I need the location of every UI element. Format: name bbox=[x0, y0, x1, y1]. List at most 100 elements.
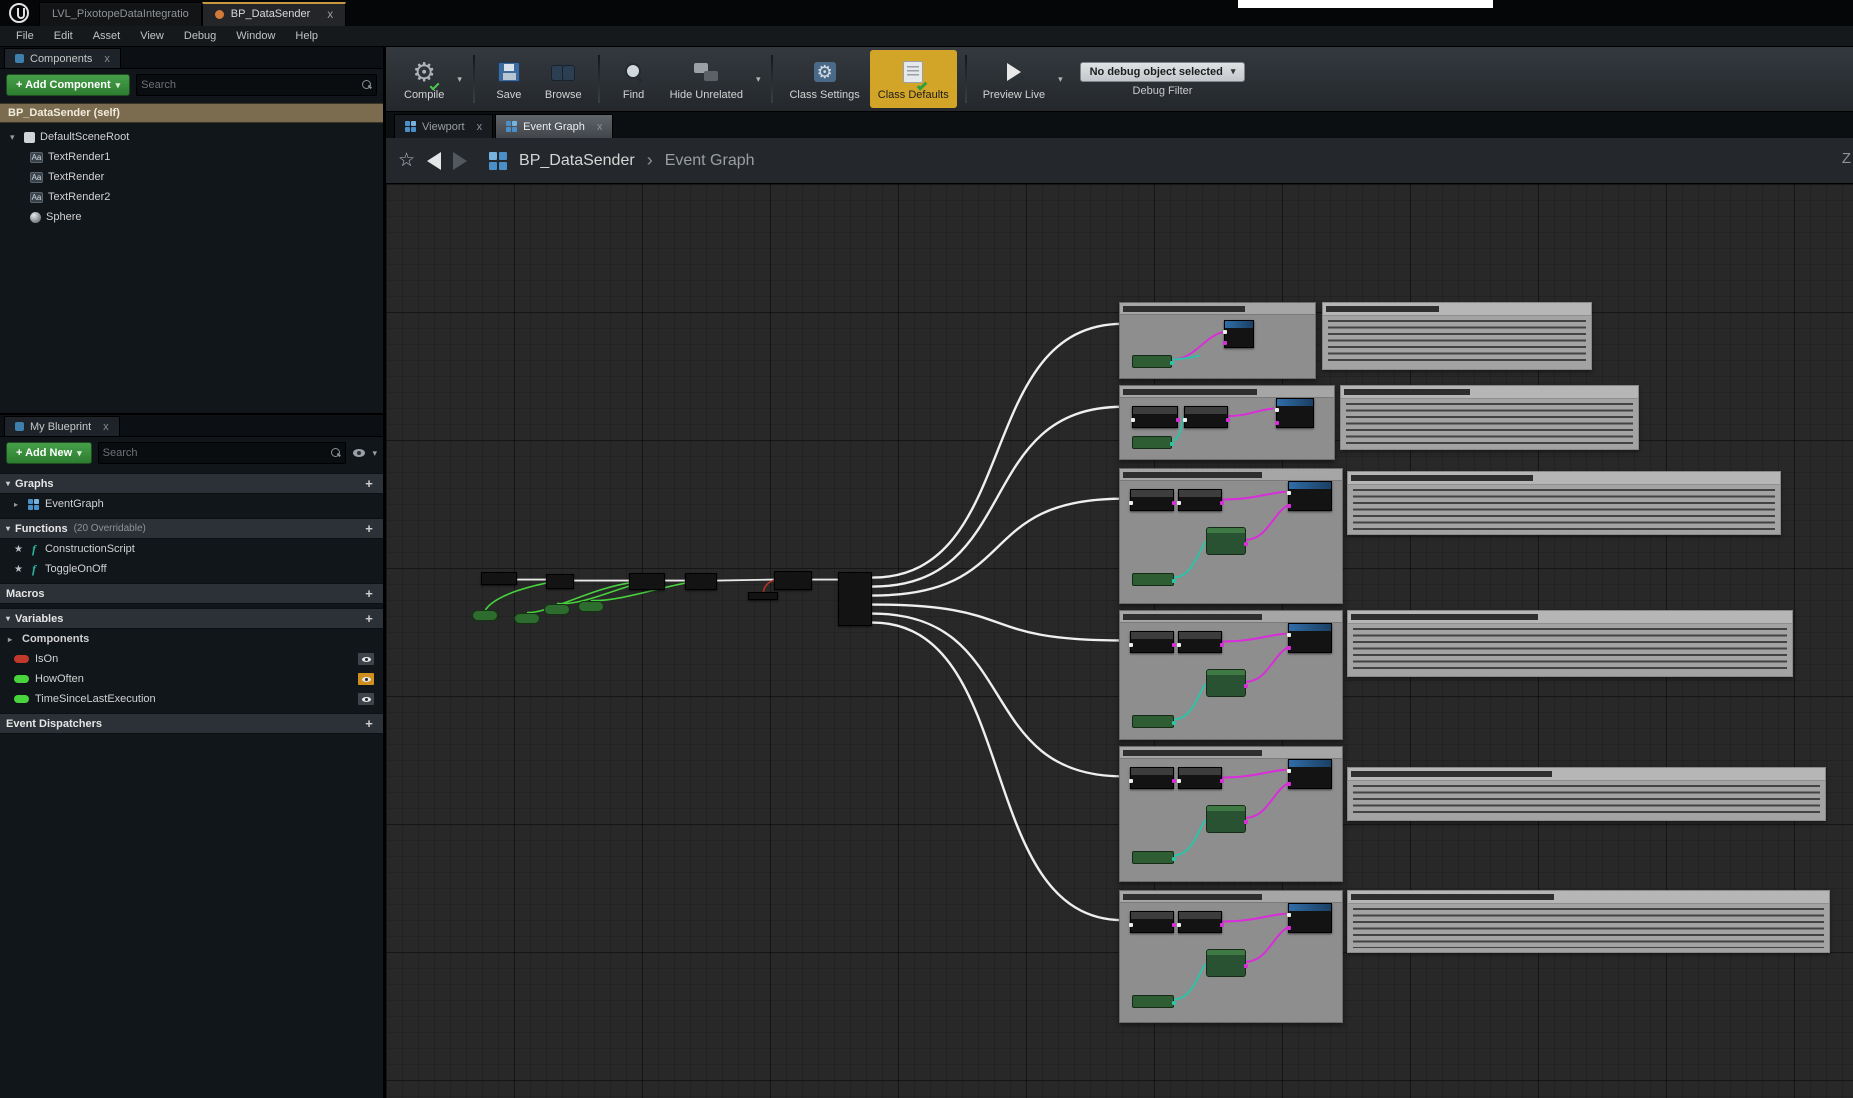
my-blueprint-search-input[interactable] bbox=[103, 447, 332, 459]
mini-node[interactable] bbox=[629, 573, 665, 590]
node-cluster[interactable] bbox=[1119, 468, 1343, 604]
mini-node[interactable] bbox=[1178, 767, 1222, 789]
browse-button[interactable]: Browse bbox=[537, 50, 590, 108]
tab-my-blueprint[interactable]: My Blueprint x bbox=[4, 416, 120, 436]
node-pin[interactable] bbox=[1172, 721, 1176, 725]
node-pin[interactable] bbox=[1129, 779, 1133, 783]
pure-function-node[interactable] bbox=[578, 601, 604, 612]
mini-node-green[interactable] bbox=[1132, 436, 1172, 449]
tree-item-textrender[interactable]: Aa TextRender bbox=[0, 167, 383, 187]
node-pin[interactable] bbox=[1287, 646, 1291, 650]
node-pin[interactable] bbox=[1275, 421, 1279, 425]
menu-edit[interactable]: Edit bbox=[44, 27, 83, 45]
node-pin[interactable] bbox=[1287, 491, 1291, 495]
tab-event-graph[interactable]: Event Graph x bbox=[495, 114, 613, 138]
filter-eye-icon[interactable] bbox=[352, 448, 366, 458]
node-pin[interactable] bbox=[1223, 341, 1227, 345]
components-self-row[interactable]: BP_DataSender (self) bbox=[0, 103, 383, 123]
asset-tab-bp-datasender[interactable]: BP_DataSender x bbox=[202, 2, 347, 26]
mini-node-green[interactable] bbox=[1206, 949, 1246, 977]
mini-node[interactable] bbox=[774, 571, 812, 590]
mini-node[interactable] bbox=[838, 572, 872, 626]
node-pin[interactable] bbox=[1287, 926, 1291, 930]
mini-node[interactable] bbox=[1130, 767, 1174, 789]
pure-function-node[interactable] bbox=[514, 613, 540, 624]
mini-node[interactable] bbox=[1288, 903, 1332, 933]
mini-node[interactable] bbox=[1130, 631, 1174, 653]
nav-forward-icon[interactable] bbox=[453, 152, 467, 170]
mini-node[interactable] bbox=[1288, 759, 1332, 789]
node-cluster[interactable] bbox=[1119, 302, 1316, 379]
node-pin[interactable] bbox=[1275, 408, 1279, 412]
mini-node-green[interactable] bbox=[1132, 995, 1174, 1008]
variable-row-timesincelastexecution[interactable]: TimeSinceLastExecution bbox=[0, 689, 383, 709]
favorite-star-icon[interactable]: ☆ bbox=[398, 149, 415, 172]
close-icon[interactable]: x bbox=[104, 53, 110, 65]
node-cluster[interactable] bbox=[1119, 746, 1343, 882]
comment-box[interactable] bbox=[1347, 610, 1793, 677]
exec-wire[interactable] bbox=[872, 605, 1123, 641]
list-item-eventgraph[interactable]: ▸ EventGraph bbox=[0, 494, 383, 514]
expander-icon[interactable]: ▾ bbox=[6, 524, 10, 533]
node-pin[interactable] bbox=[1177, 643, 1181, 647]
add-function-button[interactable]: + bbox=[361, 521, 377, 536]
comment-box[interactable] bbox=[1347, 890, 1830, 953]
exec-wire[interactable] bbox=[717, 580, 774, 581]
menu-view[interactable]: View bbox=[130, 27, 174, 45]
node-pin[interactable] bbox=[1287, 633, 1291, 637]
node-pin[interactable] bbox=[1226, 418, 1230, 422]
mini-node[interactable] bbox=[1178, 911, 1222, 933]
list-item-constructionscript[interactable]: ★ f ConstructionScript bbox=[0, 539, 383, 559]
graph-canvas[interactable] bbox=[386, 184, 1853, 1098]
mini-node[interactable] bbox=[1178, 631, 1222, 653]
mini-node-green[interactable] bbox=[1132, 355, 1172, 368]
visibility-toggle[interactable] bbox=[357, 692, 375, 706]
node-pin[interactable] bbox=[1244, 964, 1248, 968]
node-pin[interactable] bbox=[1220, 501, 1224, 505]
node-pin[interactable] bbox=[1172, 923, 1176, 927]
node-cluster[interactable] bbox=[1119, 610, 1343, 740]
node-pin[interactable] bbox=[1177, 923, 1181, 927]
node-pin[interactable] bbox=[1287, 913, 1291, 917]
compile-button[interactable]: ⚙ Compile bbox=[396, 50, 452, 108]
node-pin[interactable] bbox=[1244, 684, 1248, 688]
mini-node[interactable] bbox=[1130, 489, 1174, 511]
graphs-section-header[interactable]: ▾ Graphs + bbox=[0, 473, 383, 494]
node-pin[interactable] bbox=[1170, 442, 1174, 446]
exec-wire[interactable] bbox=[872, 614, 1123, 777]
tree-item-textrender2[interactable]: Aa TextRender2 bbox=[0, 187, 383, 207]
mini-node-green[interactable] bbox=[1206, 805, 1246, 833]
node-pin[interactable] bbox=[1172, 857, 1176, 861]
node-pin[interactable] bbox=[1172, 501, 1176, 505]
asset-tab-level[interactable]: LVL_PixotopeDataIntegratio bbox=[39, 2, 202, 26]
mini-node[interactable] bbox=[1288, 623, 1332, 653]
expander-icon[interactable]: ▸ bbox=[8, 635, 16, 644]
expander-icon[interactable]: ▾ bbox=[10, 132, 19, 143]
expander-icon[interactable]: ▾ bbox=[6, 614, 10, 623]
expander-icon[interactable]: ▾ bbox=[6, 479, 10, 488]
comment-box[interactable] bbox=[1322, 302, 1592, 370]
node-pin[interactable] bbox=[1177, 501, 1181, 505]
mini-node[interactable] bbox=[1132, 406, 1178, 428]
components-search-input[interactable] bbox=[141, 79, 362, 91]
node-pin[interactable] bbox=[1172, 643, 1176, 647]
mini-node-green[interactable] bbox=[1206, 669, 1246, 697]
save-button[interactable]: Save bbox=[483, 50, 535, 108]
compile-options-caret[interactable]: ▾ bbox=[454, 74, 465, 85]
exec-wire[interactable] bbox=[872, 324, 1123, 578]
preview-live-button[interactable]: Preview Live bbox=[975, 50, 1053, 108]
mini-node-green[interactable] bbox=[1132, 851, 1174, 864]
comment-box[interactable] bbox=[1347, 767, 1826, 821]
mini-node[interactable] bbox=[1288, 481, 1332, 511]
macros-section-header[interactable]: Macros + bbox=[0, 583, 383, 604]
breadcrumb-root[interactable]: BP_DataSender bbox=[519, 152, 635, 170]
close-icon[interactable]: x bbox=[597, 121, 603, 133]
menu-help[interactable]: Help bbox=[285, 27, 328, 45]
event-dispatchers-section-header[interactable]: Event Dispatchers + bbox=[0, 713, 383, 734]
pure-function-node[interactable] bbox=[472, 610, 498, 621]
node-pin[interactable] bbox=[1287, 504, 1291, 508]
close-icon[interactable]: x bbox=[477, 121, 483, 133]
visibility-toggle[interactable] bbox=[357, 672, 375, 686]
tab-viewport[interactable]: Viewport x bbox=[394, 114, 493, 138]
node-pin[interactable] bbox=[1129, 501, 1133, 505]
